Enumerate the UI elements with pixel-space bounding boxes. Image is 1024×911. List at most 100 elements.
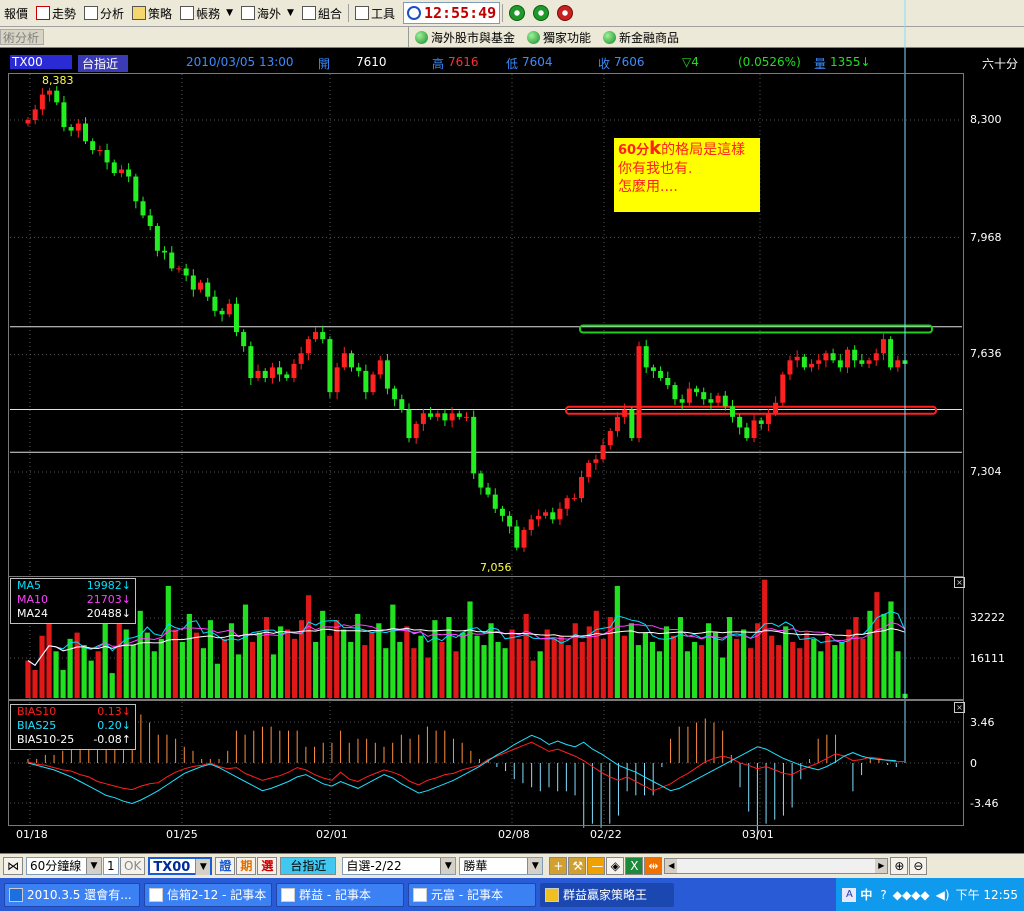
price-tick-7304: 7,304 — [970, 465, 1002, 478]
x-label-0118: 01/18 — [16, 828, 48, 841]
broker-select[interactable]: 勝華 ▼ — [459, 857, 544, 875]
x-label-0125: 01/25 — [166, 828, 198, 841]
task-notepad-capital-label: 群益 - 記事本 — [299, 887, 371, 902]
notepad-icon — [281, 887, 295, 902]
x-label-0301: 03/01 — [742, 828, 774, 841]
legend-bias25-value: 0.20↓ — [97, 719, 131, 732]
bias-tick-neg: -3.46 — [970, 797, 999, 810]
task-trading-app-label: 群益贏家策略王 — [563, 887, 648, 902]
windows-taskbar: 2010.3.5 還會有... 信箱2-12 - 記事本 群益 - 記事本 元富… — [0, 878, 1024, 911]
period-count-input[interactable]: 1 — [103, 857, 119, 875]
volume-legend: MA5 19982↓ MA10 21703↓ MA24 20488↓ — [10, 578, 136, 624]
line-tool-icon[interactable]: — — [587, 857, 606, 875]
legend-bias10-25-name: BIAS10-25 — [17, 733, 75, 746]
crown-icon — [545, 887, 559, 902]
type-button-options[interactable]: 選 — [257, 857, 278, 875]
notepad-icon — [413, 887, 427, 902]
notepad-icon — [149, 887, 163, 902]
bias-legend: BIAS10 0.13↓ BIAS25 0.20↓ BIAS10-25 -0.08↑ — [10, 704, 136, 750]
watchlist-select[interactable]: 自選-2/22 ▼ — [342, 857, 457, 875]
task-trading-app[interactable]: 群益贏家策略王 — [540, 882, 674, 907]
volume-tick-32222: 32222 — [970, 611, 1005, 624]
high-marker: 8,383 — [42, 74, 74, 87]
chevron-down-icon: ▼ — [527, 858, 543, 874]
annotation-line-1a: 60分 — [618, 143, 650, 158]
task-notepad-capital[interactable]: 群益 - 記事本 — [276, 882, 404, 907]
scroll-right-icon[interactable]: ▶ — [875, 859, 888, 873]
legend-bias10-name: BIAS10 — [17, 705, 57, 718]
type-button-futures[interactable]: 期 — [236, 857, 257, 875]
price-panel — [8, 73, 964, 577]
watchlist-select-value: 自選-2/22 — [346, 859, 402, 873]
legend-ma10-value: 21703↓ — [86, 593, 131, 606]
scroll-left-icon[interactable]: ◀ — [665, 859, 678, 873]
period-select[interactable]: 60分鐘線 ▼ — [26, 857, 102, 875]
price-tick-8300: 8,300 — [970, 113, 1002, 126]
period-select-value: 60分鐘線 — [30, 859, 82, 873]
eraser-icon[interactable]: ◈ — [606, 857, 625, 875]
bias-close-icon[interactable]: × — [954, 702, 965, 713]
broker-select-value: 勝華 — [463, 859, 488, 873]
annotation-note[interactable]: 60分k的格局是這樣 你有我也有. 怎麼用.... — [614, 138, 760, 212]
legend-ma5-name: MA5 — [17, 579, 42, 592]
annotation-line-1c: 的格局是這樣 — [661, 142, 746, 158]
chart-scrollbar[interactable]: ◀ ▶ — [664, 858, 889, 874]
volume-icon[interactable]: ◀) — [936, 888, 950, 902]
collapse-button[interactable]: ⋈ — [3, 857, 23, 875]
zoom-in-icon[interactable]: ⊕ — [890, 857, 909, 875]
volume-tick-16111: 16111 — [970, 652, 1005, 665]
x-label-0222: 02/22 — [590, 828, 622, 841]
task-notepad-mailbox[interactable]: 信箱2-12 - 記事本 — [144, 882, 272, 907]
chevron-down-icon: ▼ — [195, 859, 211, 875]
legend-bias25-name: BIAS25 — [17, 719, 57, 732]
legend-ma10-name: MA10 — [17, 593, 49, 606]
legend-ma24-value: 20488↓ — [86, 607, 131, 620]
chart-control-bar: ⋈ 60分鐘線 ▼ 1 OK TX00 ▼ 證 期 選 台指近 自選-2/22 ▼ 勝… — [0, 853, 1024, 878]
legend-bias10-25-value: -0.08↑ — [93, 733, 131, 746]
task-start-note[interactable]: 2010.3.5 還會有... — [4, 882, 140, 907]
symbol-input[interactable]: TX00 ▼ — [148, 857, 213, 875]
chevron-down-icon: ▼ — [440, 858, 456, 874]
system-tray: A 中 ? ◆◆◆◆ ◀) 下午 12:55 — [836, 878, 1024, 911]
symbol-name-button[interactable]: 台指近 — [280, 857, 337, 875]
legend-bias10-value: 0.13↓ — [97, 705, 131, 718]
ime-indicator[interactable]: 中 — [860, 886, 872, 903]
tray-icons[interactable]: ◆◆◆◆ — [893, 888, 930, 902]
price-tick-7636: 7,636 — [970, 347, 1002, 360]
bias-tick-zero: 0 — [970, 757, 977, 770]
app-a-icon — [9, 887, 23, 902]
task-notepad-yuanta[interactable]: 元富 - 記事本 — [408, 882, 536, 907]
annotation-line-1b: k — [649, 138, 662, 159]
volume-close-icon[interactable]: × — [954, 577, 965, 588]
ok-button[interactable]: OK — [120, 857, 146, 875]
chevron-down-icon: ▼ — [86, 858, 101, 874]
price-tick-7968: 7,968 — [970, 231, 1002, 244]
task-notepad-yuanta-label: 元富 - 記事本 — [431, 887, 503, 902]
legend-ma5: MA5 19982↓ — [11, 579, 135, 593]
language-icon[interactable]: A — [842, 887, 857, 902]
fit-button[interactable]: ⇹ — [644, 857, 663, 875]
legend-ma24-name: MA24 — [17, 607, 49, 620]
clock-tray: 下午 12:55 — [955, 888, 1018, 902]
excel-export-icon[interactable]: X — [625, 857, 644, 875]
annotation-line-3: 怎麼用.... — [618, 179, 678, 195]
help-icon[interactable]: ? — [880, 888, 886, 902]
zoom-out-icon[interactable]: ⊖ — [909, 857, 928, 875]
legend-bias10: BIAS10 0.13↓ — [11, 705, 135, 719]
trading-app-window: 報價 走勢 分析 策略 帳務 ▼ 海外 ▼ 組合 工具 12:55:49 術分析 海… — [0, 0, 1024, 911]
legend-bias25: BIAS25 0.20↓ — [11, 719, 135, 733]
low-marker: 7,056 — [480, 561, 512, 574]
wrench-icon[interactable]: ⚒ — [568, 857, 587, 875]
symbol-input-value: TX00 — [153, 860, 191, 875]
task-notepad-mailbox-label: 信箱2-12 - 記事本 — [167, 887, 267, 902]
crosshair-button[interactable]: + — [549, 857, 568, 875]
bias-tick-pos: 3.46 — [970, 716, 995, 729]
type-button-stock[interactable]: 證 — [215, 857, 236, 875]
legend-ma5-value: 19982↓ — [86, 579, 131, 592]
x-label-0208: 02/08 — [498, 828, 530, 841]
x-label-0201: 02/01 — [316, 828, 348, 841]
volume-panel — [8, 576, 964, 700]
legend-ma10: MA10 21703↓ — [11, 593, 135, 607]
annotation-line-2: 你有我也有. — [618, 161, 693, 177]
legend-bias10-25: BIAS10-25 -0.08↑ — [11, 733, 135, 747]
